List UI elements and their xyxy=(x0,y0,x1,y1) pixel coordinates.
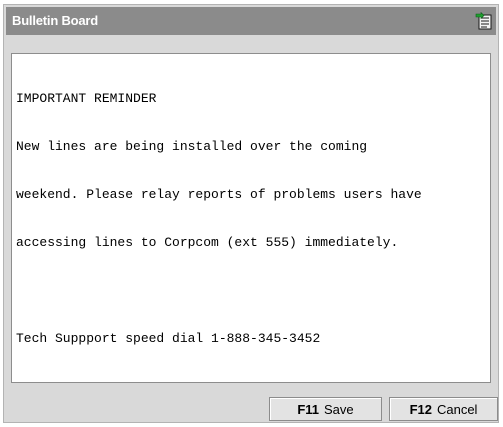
save-shortcut-key: F11 xyxy=(297,401,320,417)
bulletin-board-window: Bulletin Board IMPORTANT REMINDER New li… xyxy=(3,4,499,423)
title-bar: Bulletin Board xyxy=(6,7,496,35)
message-line: New lines are being installed over the c… xyxy=(16,139,368,154)
bulletin-board-icon[interactable] xyxy=(475,11,493,30)
save-button[interactable]: F11 Save xyxy=(269,397,382,421)
window-title: Bulletin Board xyxy=(12,13,99,28)
message-line: accessing lines to Corpcom (ext 555) imm… xyxy=(16,235,399,250)
message-line: IMPORTANT REMINDER xyxy=(16,91,157,106)
cancel-button-label: Cancel xyxy=(436,401,478,417)
cancel-button[interactable]: F12 Cancel xyxy=(389,397,498,421)
message-line xyxy=(16,283,486,299)
message-line: Tech Suppport speed dial 1-888-345-3452 xyxy=(16,331,321,346)
bulletin-message-textarea[interactable]: IMPORTANT REMINDER New lines are being i… xyxy=(11,53,491,383)
message-line: weekend. Please relay reports of problem… xyxy=(16,187,422,202)
save-button-label: Save xyxy=(324,401,354,417)
cancel-shortcut-key: F12 xyxy=(409,401,432,417)
